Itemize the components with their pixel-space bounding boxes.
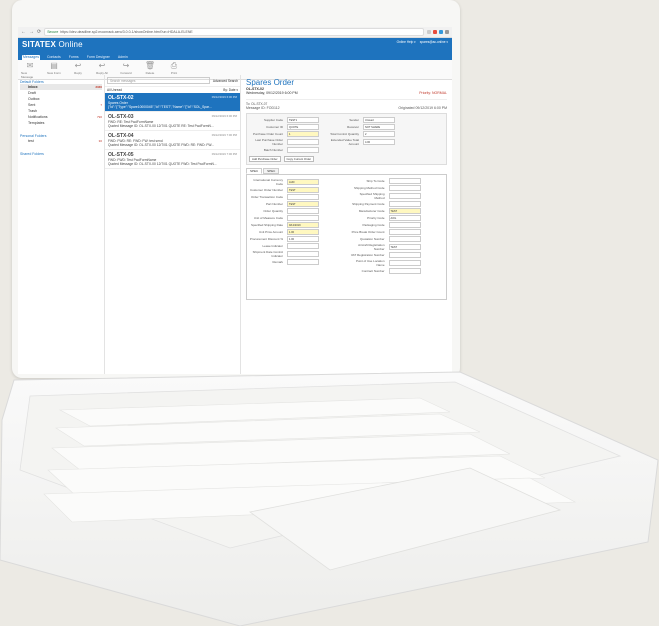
uom-field[interactable] xyxy=(287,215,319,221)
detail-datetime: Wednesday, 09/12/2019 6:00 PM xyxy=(246,91,298,95)
screen: ← → ⟳ Secure https://dev-deadline.sp2.mo… xyxy=(18,27,452,374)
sidebar-item-test[interactable]: test 30 xyxy=(20,138,102,144)
search-input[interactable]: Search messages xyxy=(107,77,210,84)
batch-number-field[interactable] xyxy=(287,147,319,153)
trash-icon: 🗑 xyxy=(144,61,156,70)
discount-field[interactable]: 1.00 xyxy=(287,236,319,242)
sort-dropdown[interactable]: By: Date ▾ xyxy=(223,88,238,92)
ship-control-field[interactable] xyxy=(287,251,319,257)
sender-field[interactable]: Unread xyxy=(363,117,395,123)
reload-icon[interactable]: ⟳ xyxy=(37,29,41,35)
message-id-line: Message ID: FOD112 xyxy=(246,106,280,110)
part-number-field[interactable]: TEST xyxy=(287,201,319,207)
secure-label: Secure xyxy=(47,30,59,34)
menu-form-designer[interactable]: Form Designer xyxy=(86,55,111,60)
menu-messages[interactable]: Messages xyxy=(22,55,40,60)
user-menu[interactable]: spares@ac-online ▾ xyxy=(420,40,448,44)
filter-tabs[interactable]: All Unread xyxy=(107,88,122,92)
ship-payment-field[interactable] xyxy=(388,201,421,207)
message-list: Search messages Advanced Search All Unre… xyxy=(105,75,241,374)
list-item[interactable]: OL-STX-04 09/12/2019 7:00 PM FWD: FWD: RE… xyxy=(105,131,240,150)
order-header-panel: Supplier Code TEST1 Customer ID QUOTE Purc… xyxy=(246,113,447,165)
reply-icon: ↩ xyxy=(74,61,82,70)
user-area: Online Help ▾ spares@ac-online ▾ xyxy=(397,40,448,44)
menu-admin[interactable]: Admin xyxy=(117,55,129,60)
priority-code-field[interactable]: AOG xyxy=(388,215,421,221)
add-purchase-order-button[interactable]: Add Purchase Order xyxy=(249,156,281,162)
app-header: SITATEX Online Online Help ▾ spares@ac-o… xyxy=(18,38,452,54)
app-logo: SITATEX Online xyxy=(22,40,83,49)
menu-forms[interactable]: Forms xyxy=(68,55,80,60)
sidebar-item-templates[interactable]: Templates xyxy=(20,120,102,126)
contract-field[interactable] xyxy=(388,268,421,274)
keyboard-keys xyxy=(43,397,577,523)
shared-folders-header[interactable]: Shared Folders xyxy=(20,152,102,156)
ship-date-field[interactable]: 9/12/2019 xyxy=(287,222,319,228)
currency-field[interactable]: AUD xyxy=(287,179,319,185)
aircraft-reg-field[interactable]: TEST xyxy=(388,244,421,250)
list-item[interactable]: OL-STX-02 09/12/2019 6:00 PM Spares Order… xyxy=(105,93,240,112)
order-qty-field[interactable] xyxy=(287,208,319,214)
printer-icon: ⎙ xyxy=(170,61,178,70)
originated-line: Originated 09/12/2019 6:00 PM xyxy=(398,106,447,110)
po-count-field[interactable]: 1 xyxy=(287,131,319,137)
lease-field[interactable] xyxy=(287,243,319,249)
browser-chrome: ← → ⟳ Secure https://dev-deadline.sp2.mo… xyxy=(18,27,452,38)
transaction-code-field[interactable] xyxy=(287,194,319,200)
spec-ship-method-field[interactable] xyxy=(388,193,421,199)
extension-icon[interactable] xyxy=(439,30,443,34)
manufacturer-field[interactable]: TEST xyxy=(388,208,421,214)
packaging-field[interactable] xyxy=(388,222,421,228)
menu-contacts[interactable]: Contacts xyxy=(46,55,62,60)
menu-icon[interactable] xyxy=(445,30,449,34)
reply-all-icon: ↩ xyxy=(98,61,106,70)
order-form: International Currency Code AUD Customer … xyxy=(246,174,447,300)
quotation-field[interactable] xyxy=(388,236,421,242)
customer-id-field[interactable]: QUOTE xyxy=(287,124,319,130)
extensions xyxy=(427,30,449,34)
unit-price-field[interactable]: 1.00 xyxy=(287,229,319,235)
control-qty-field[interactable]: 2 xyxy=(363,131,395,137)
keyboard-area xyxy=(19,381,622,549)
tab-spec-2[interactable]: SPEC xyxy=(263,168,280,174)
ship-to-field[interactable] xyxy=(388,178,421,184)
vat-field[interactable] xyxy=(388,252,421,258)
back-icon[interactable]: ← xyxy=(21,29,26,35)
keyboard-deck xyxy=(0,371,659,626)
envelope-icon: ✉ xyxy=(26,61,34,70)
order-form-left: International Currency Code AUD Customer … xyxy=(249,177,343,297)
priority-badge: Priority: NORMAL xyxy=(419,91,447,95)
ship-method-field[interactable] xyxy=(388,185,421,191)
detail-title: Spares Order xyxy=(246,78,295,87)
supplier-code-field[interactable]: TEST1 xyxy=(287,117,319,123)
receiver-field[interactable]: NOT SHARE xyxy=(363,124,395,130)
copy-order-button[interactable]: Copy Current Order xyxy=(283,156,315,162)
form-icon: ▤ xyxy=(50,61,58,70)
trackpad xyxy=(249,467,562,571)
list-item[interactable]: OL-STX-05 09/12/2019 7:00 PM FWD: FWD: Te… xyxy=(105,150,240,169)
list-item[interactable]: OL-STX-03 09/12/2019 6:00 PM FWD: RE: Tes… xyxy=(105,112,240,131)
address-bar[interactable]: Secure https://dev-deadline.sp2.moonrack… xyxy=(44,28,424,36)
last-po-field[interactable] xyxy=(287,139,319,145)
advanced-search-link[interactable]: Advanced Search xyxy=(213,79,238,83)
help-menu[interactable]: Online Help ▾ xyxy=(397,40,416,44)
search-area: Search messages Advanced Search xyxy=(105,75,240,87)
forward-icon: ↪ xyxy=(122,61,130,70)
order-form-right: Ship To Code Shipping Method Code Specif… xyxy=(351,177,445,297)
remark-field[interactable] xyxy=(287,259,319,265)
extension-icon[interactable] xyxy=(433,30,437,34)
message-detail: Spares Order OL-STX-02 Wednesday, 09/12/… xyxy=(241,75,452,374)
total-amount-field[interactable]: 4.00 xyxy=(363,139,395,145)
tab-spec-1[interactable]: SPEC xyxy=(246,168,263,174)
price-break-field[interactable] xyxy=(388,229,421,235)
folder-sidebar: Default Folders Inbox 3330 Draft Outbox S… xyxy=(18,75,105,374)
location-field[interactable] xyxy=(388,260,421,266)
star-icon[interactable] xyxy=(427,30,431,34)
forward-icon[interactable]: → xyxy=(29,29,34,35)
order-number-field[interactable]: TEST xyxy=(287,187,319,193)
url-text: https://dev-deadline.sp2.moonrack.aero/3… xyxy=(60,30,193,34)
